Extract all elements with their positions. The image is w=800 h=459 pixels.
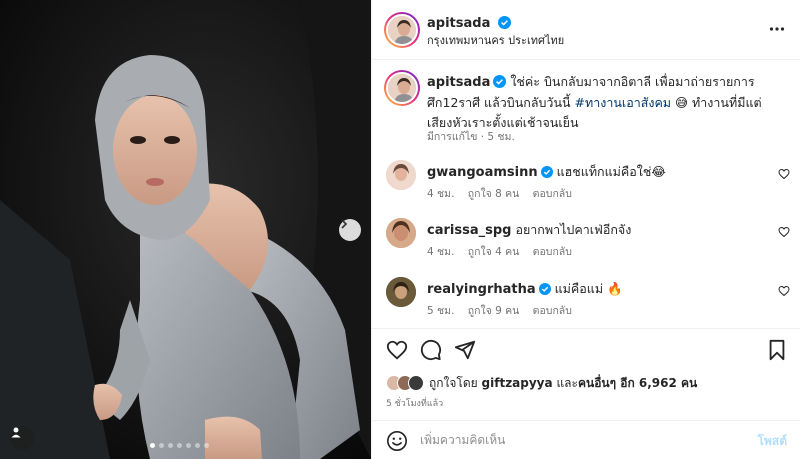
post-timestamp[interactable]: 5 ชั่วโมงที่แล้ว <box>386 396 443 410</box>
verified-badge-icon <box>538 283 551 295</box>
comment-body: อยากพาไปคาเฟ่อีกจัง <box>515 222 632 237</box>
comment-likes[interactable]: ถูกใจ 8 คน <box>468 188 520 200</box>
comment-username[interactable]: carissa_spg <box>427 223 511 238</box>
verified-badge-icon <box>540 166 553 178</box>
caption-username[interactable]: apitsada <box>427 75 490 90</box>
caption-text: apitsada ใช่ค่ะ บินกลับมาจากอิตาลี เพื่อ… <box>427 72 775 133</box>
chevron-right-icon <box>341 219 348 229</box>
comment-username[interactable]: realyingrhatha <box>427 282 536 297</box>
commenter-avatar[interactable] <box>386 160 416 190</box>
author-avatar-image <box>388 16 416 44</box>
carousel-dot <box>177 443 182 448</box>
reply-button[interactable]: ตอบกลับ <box>533 305 572 317</box>
heart-icon[interactable] <box>778 285 790 297</box>
likes-summary[interactable]: ถูกใจโดย giftzapyya และ คนอื่นๆ อีก 6,962… <box>386 372 697 394</box>
comment-text: gwangoamsinn แฮชแท็กแม่คือใช่😂 <box>427 162 666 182</box>
more-options-icon[interactable] <box>769 21 785 37</box>
add-comment-bar: โพสต์ <box>372 420 800 459</box>
liker-avatar <box>408 375 424 391</box>
post-details-panel: apitsada กรุงเทพมหานคร ประเทศไทย apitsad… <box>371 0 800 459</box>
photo-illustration <box>0 0 371 459</box>
post-actions <box>372 328 800 368</box>
post-location[interactable]: กรุงเทพมหานคร ประเทศไทย <box>427 31 564 49</box>
carousel-dot <box>186 443 191 448</box>
comment-time[interactable]: 5 ชม. <box>427 305 454 317</box>
comment-text: carissa_spg อยากพาไปคาเฟ่อีกจัง <box>427 220 631 240</box>
verified-badge-icon <box>498 16 512 29</box>
reply-button[interactable]: ตอบกลับ <box>533 246 572 258</box>
commenter-avatar-image <box>386 160 416 190</box>
commenter-avatar-image <box>386 277 416 307</box>
commenter-avatar[interactable] <box>386 218 416 248</box>
caption-meta: มีการแก้ไข · 5 ชม. <box>427 131 515 143</box>
carousel-dot <box>204 443 209 448</box>
comment-username[interactable]: gwangoamsinn <box>427 165 538 180</box>
user-tag-icon <box>11 427 21 438</box>
carousel-indicators <box>150 443 209 448</box>
emoji-icon[interactable] <box>386 430 408 452</box>
next-photo-button[interactable] <box>339 219 361 241</box>
comment-meta: 4 ชม. ถูกใจ 4 คน ตอบกลับ <box>427 243 582 260</box>
comment-item: carissa_spg อยากพาไปคาเฟ่อีกจัง 4 ชม. ถู… <box>384 216 794 266</box>
commenter-avatar[interactable] <box>386 277 416 307</box>
caption-avatar-image <box>388 74 416 102</box>
author-avatar[interactable] <box>384 12 420 48</box>
tagged-users-button[interactable] <box>10 426 34 450</box>
caption-hashtag[interactable]: #ทางานเอาสังคม <box>575 95 672 110</box>
heart-icon[interactable] <box>778 168 790 180</box>
comment-body: แม่คือแม่ 🔥 <box>554 281 623 296</box>
heart-icon[interactable] <box>778 226 790 238</box>
verified-badge-icon <box>493 75 507 88</box>
carousel-dot <box>168 443 173 448</box>
share-icon[interactable] <box>454 339 476 361</box>
comment-input[interactable] <box>420 430 720 450</box>
comment-text: realyingrhatha แม่คือแม่ 🔥 <box>427 279 623 299</box>
bookmark-icon[interactable] <box>767 339 787 361</box>
likes-prefix: ถูกใจโดย <box>429 375 478 390</box>
reply-button[interactable]: ตอบกลับ <box>533 188 572 200</box>
likes-others[interactable]: คนอื่นๆ อีก 6,962 คน <box>578 374 697 393</box>
heart-icon[interactable] <box>386 339 408 361</box>
comment-time[interactable]: 4 ชม. <box>427 246 454 258</box>
carousel-dot <box>195 443 200 448</box>
carousel-dot <box>159 443 164 448</box>
comment-item: realyingrhatha แม่คือแม่ 🔥 5 ชม. ถูกใจ 9… <box>384 275 794 325</box>
comment-meta: 4 ชม. ถูกใจ 8 คน ตอบกลับ <box>427 185 582 202</box>
comment-meta: 5 ชม. ถูกใจ 9 คน ตอบกลับ <box>427 302 582 319</box>
comment-likes[interactable]: ถูกใจ 9 คน <box>468 305 520 317</box>
carousel-dot <box>150 443 155 448</box>
caption-author-avatar[interactable] <box>384 70 420 106</box>
comment-icon[interactable] <box>420 339 442 361</box>
author-username[interactable]: apitsada <box>427 16 490 31</box>
post-header: apitsada กรุงเทพมหานคร ประเทศไทย <box>372 0 800 60</box>
likes-middle: และ <box>556 375 578 390</box>
comment-body: แฮชแท็กแม่คือใช่😂 <box>556 164 666 179</box>
post-photo[interactable] <box>0 0 371 459</box>
post-comment-button[interactable]: โพสต์ <box>758 432 787 451</box>
commenter-avatar-image <box>386 218 416 248</box>
comment-item: gwangoamsinn แฮชแท็กแม่คือใช่😂 4 ชม. ถูก… <box>384 158 794 208</box>
likes-first-user[interactable]: giftzapyya <box>482 376 553 390</box>
comment-time[interactable]: 4 ชม. <box>427 188 454 200</box>
comment-likes[interactable]: ถูกใจ 4 คน <box>468 246 520 258</box>
